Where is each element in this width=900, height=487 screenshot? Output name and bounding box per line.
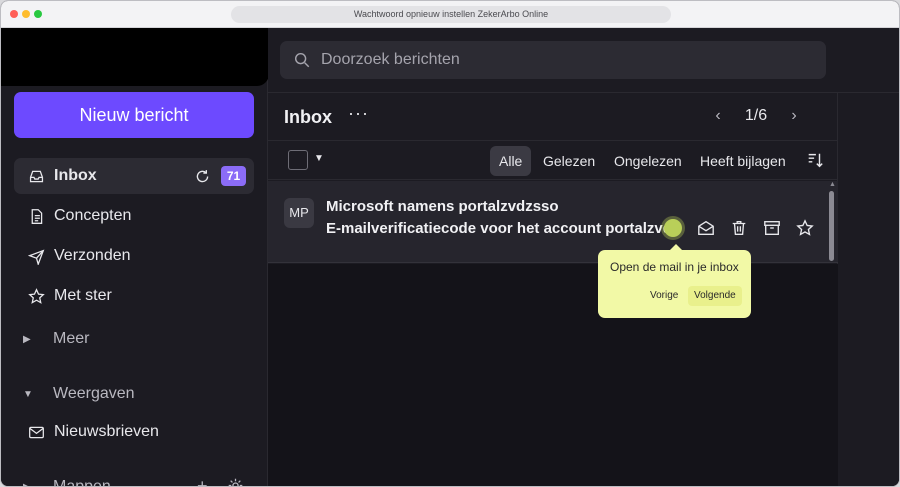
onboarding-tooltip: Open de mail in je inbox Vorige Volgende: [598, 244, 751, 318]
message-row[interactable]: MP Microsoft namens portalzvdzsso E-mail…: [268, 181, 838, 263]
page-indicator: 1/6: [744, 107, 768, 124]
star-icon: [26, 286, 46, 306]
scroll-up-icon[interactable]: ▲: [829, 181, 836, 188]
reading-pane: [838, 92, 899, 486]
message-row-actions: [664, 219, 814, 237]
sidebar-more-toggle[interactable]: ▶ Meer: [23, 330, 89, 348]
scroll-thumb[interactable]: [829, 191, 834, 261]
drafts-icon: [26, 206, 46, 226]
sidebar-item-label: Verzonden: [54, 247, 131, 264]
title-bar: Wachtwoord opnieuw instellen ZekerArbo O…: [1, 1, 899, 28]
tooltip-previous-button[interactable]: Vorige: [644, 286, 684, 306]
tooltip-next-button[interactable]: Volgende: [688, 286, 742, 306]
pagination: ‹ 1/6 ›: [708, 107, 804, 125]
compose-button[interactable]: Nieuw bericht: [14, 92, 254, 138]
search-icon: [293, 51, 311, 69]
inbox-icon: [26, 166, 46, 186]
add-folder-icon[interactable]: +: [197, 476, 208, 486]
archive-icon[interactable]: [763, 219, 781, 237]
sidebar-item-label: Nieuwsbrieven: [54, 423, 159, 440]
sent-icon: [26, 246, 46, 266]
filter-attachments[interactable]: Heeft bijlagen: [691, 146, 795, 176]
list-toolbar: ▼ Alle Gelezen Ongelezen Heeft bijlagen: [268, 140, 838, 180]
close-window-button[interactable]: [10, 10, 18, 18]
filter-read[interactable]: Gelezen: [534, 146, 604, 176]
star-icon[interactable]: [796, 219, 814, 237]
sender-avatar: MP: [284, 198, 314, 228]
browser-window: Wachtwoord opnieuw instellen ZekerArbo O…: [0, 0, 900, 487]
sidebar-item-sent[interactable]: Verzonden: [14, 238, 254, 274]
trash-icon[interactable]: [730, 219, 748, 237]
main-area: Inbox ··· ‹ 1/6 › ▼ Alle Gelezen Ongelez…: [268, 28, 899, 486]
message-list-empty-area: [268, 264, 838, 486]
list-title: Inbox: [284, 107, 332, 127]
message-subject: E-mailverificatiecode voor het account p…: [326, 220, 668, 237]
sidebar-header: [1, 28, 269, 86]
highlight-indicator-icon[interactable]: [664, 219, 682, 237]
sidebar-item-newsletters[interactable]: Nieuwsbrieven: [14, 414, 254, 450]
sidebar-views-toggle[interactable]: ▼ Weergaven: [23, 385, 135, 403]
filter-all[interactable]: Alle: [490, 146, 532, 176]
sidebar-item-inbox[interactable]: Inbox 71: [14, 158, 254, 194]
sidebar-folders-toggle[interactable]: ▶ Mappen +: [23, 476, 243, 487]
chevron-left-icon[interactable]: ‹: [708, 107, 728, 125]
address-bar[interactable]: Wachtwoord opnieuw instellen ZekerArbo O…: [231, 6, 671, 23]
caret-down-icon[interactable]: ▼: [314, 153, 324, 164]
maximize-window-button[interactable]: [34, 10, 42, 18]
caret-right-icon: ▶: [23, 333, 31, 345]
message-list-scrollbar[interactable]: ▲: [828, 181, 836, 261]
mark-read-icon[interactable]: [697, 219, 715, 237]
sidebar-item-drafts[interactable]: Concepten: [14, 198, 254, 234]
search-bar[interactable]: [280, 41, 826, 79]
sort-icon[interactable]: [806, 151, 824, 169]
refresh-icon[interactable]: [193, 167, 211, 185]
select-all-checkbox[interactable]: [288, 150, 308, 170]
tooltip-text: Open de mail in je inbox: [610, 260, 739, 274]
sidebar-views-label: Weergaven: [53, 385, 135, 402]
unread-count-badge: 71: [221, 166, 246, 186]
message-list-pane: Inbox ··· ‹ 1/6 › ▼ Alle Gelezen Ongelez…: [268, 92, 838, 486]
sidebar-item-label: Inbox: [54, 167, 97, 184]
more-options-icon[interactable]: ···: [348, 103, 369, 124]
envelope-icon: [26, 422, 46, 442]
sidebar-item-label: Met ster: [54, 287, 112, 304]
minimize-window-button[interactable]: [22, 10, 30, 18]
sidebar-folders-label: Mappen: [53, 478, 111, 487]
caret-down-icon: ▼: [23, 388, 33, 400]
message-sender: Microsoft namens portalzvdzsso: [326, 198, 559, 215]
gear-icon[interactable]: [227, 477, 244, 486]
sidebar-item-label: Concepten: [54, 207, 132, 224]
sidebar: Nieuw bericht Inbox 71 Concepten Verzond…: [1, 28, 269, 487]
caret-right-icon: ▶: [23, 481, 31, 487]
chevron-right-icon[interactable]: ›: [784, 107, 804, 125]
filter-unread[interactable]: Ongelezen: [605, 146, 691, 176]
sidebar-item-starred[interactable]: Met ster: [14, 278, 254, 314]
sidebar-more-label: Meer: [53, 330, 90, 347]
search-input[interactable]: [321, 51, 826, 69]
